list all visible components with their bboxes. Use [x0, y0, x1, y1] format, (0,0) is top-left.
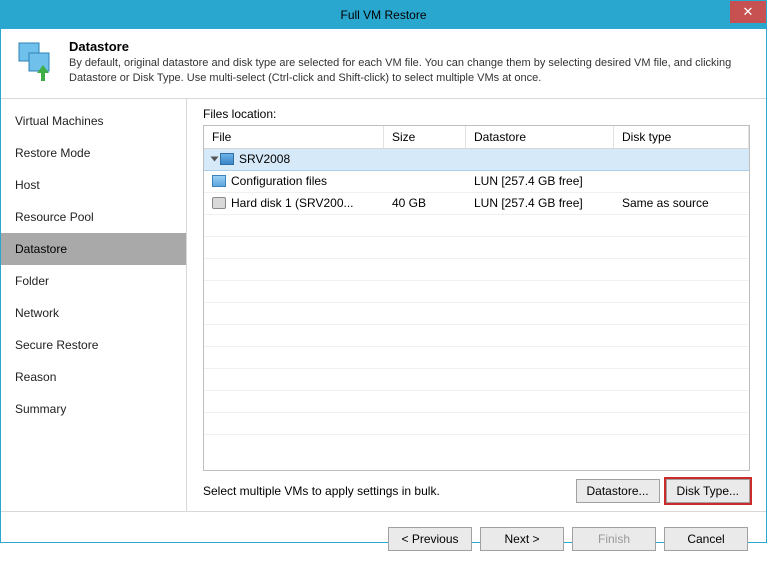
grid-header: File Size Datastore Disk type [204, 126, 749, 149]
file-name: SRV2008 [239, 152, 290, 166]
next-button[interactable]: Next > [480, 527, 564, 551]
table-row-empty [204, 325, 749, 347]
disk-type-button[interactable]: Disk Type... [666, 479, 750, 503]
sidebar-item-resource-pool[interactable]: Resource Pool [1, 201, 186, 233]
cell-disk-type: Same as source [614, 196, 749, 210]
sidebar-item-datastore[interactable]: Datastore [1, 233, 186, 265]
vm-icon [220, 153, 234, 165]
col-disk-type[interactable]: Disk type [614, 126, 749, 148]
cell-file: Hard disk 1 (SRV200... [204, 196, 384, 210]
table-row-empty [204, 347, 749, 369]
close-button[interactable]: ✕ [730, 1, 766, 23]
cell-datastore: LUN [257.4 GB free] [466, 196, 614, 210]
col-datastore[interactable]: Datastore [466, 126, 614, 148]
table-row-empty [204, 391, 749, 413]
cell-file: SRV2008 [204, 152, 384, 166]
file-name: Configuration files [231, 174, 327, 188]
expand-icon[interactable] [211, 157, 219, 162]
sidebar-item-summary[interactable]: Summary [1, 393, 186, 425]
sidebar-item-restore-mode[interactable]: Restore Mode [1, 137, 186, 169]
table-row-empty [204, 281, 749, 303]
datastore-icon [15, 39, 59, 83]
table-row-empty [204, 237, 749, 259]
disk-icon [212, 197, 226, 209]
bulk-hint: Select multiple VMs to apply settings in… [203, 484, 440, 498]
window-title: Full VM Restore [340, 8, 426, 22]
sidebar-item-host[interactable]: Host [1, 169, 186, 201]
previous-button[interactable]: < Previous [388, 527, 472, 551]
sidebar-item-reason[interactable]: Reason [1, 361, 186, 393]
files-location-label: Files location: [203, 107, 750, 121]
table-row[interactable]: Hard disk 1 (SRV200... 40 GBLUN [257.4 GB… [204, 193, 749, 215]
cell-file: Configuration files [204, 174, 384, 188]
title-bar: Full VM Restore ✕ [1, 1, 766, 29]
cell-size: 40 GB [384, 196, 466, 210]
sidebar-item-network[interactable]: Network [1, 297, 186, 329]
sidebar-item-secure-restore[interactable]: Secure Restore [1, 329, 186, 361]
files-grid: File Size Datastore Disk type SRV2008 Con… [203, 125, 750, 471]
wizard-header: Datastore By default, original datastore… [1, 29, 766, 99]
wizard-sidebar: Virtual MachinesRestore ModeHostResource… [1, 99, 187, 511]
cancel-button[interactable]: Cancel [664, 527, 748, 551]
cell-datastore: LUN [257.4 GB free] [466, 174, 614, 188]
sidebar-item-virtual-machines[interactable]: Virtual Machines [1, 105, 186, 137]
table-row-empty [204, 259, 749, 281]
col-file[interactable]: File [204, 126, 384, 148]
table-row-empty [204, 413, 749, 435]
col-size[interactable]: Size [384, 126, 466, 148]
table-row-empty [204, 303, 749, 325]
close-icon: ✕ [743, 4, 754, 20]
sidebar-item-folder[interactable]: Folder [1, 265, 186, 297]
table-row[interactable]: Configuration files LUN [257.4 GB free] [204, 171, 749, 193]
page-title: Datastore [69, 39, 752, 54]
finish-button[interactable]: Finish [572, 527, 656, 551]
table-row[interactable]: SRV2008 [204, 149, 749, 171]
cfg-icon [212, 175, 226, 187]
wizard-footer: < Previous Next > Finish Cancel [1, 511, 766, 567]
table-row-empty [204, 215, 749, 237]
table-row-empty [204, 369, 749, 391]
file-name: Hard disk 1 (SRV200... [231, 196, 354, 210]
datastore-button[interactable]: Datastore... [576, 479, 660, 503]
page-description: By default, original datastore and disk … [69, 56, 752, 86]
